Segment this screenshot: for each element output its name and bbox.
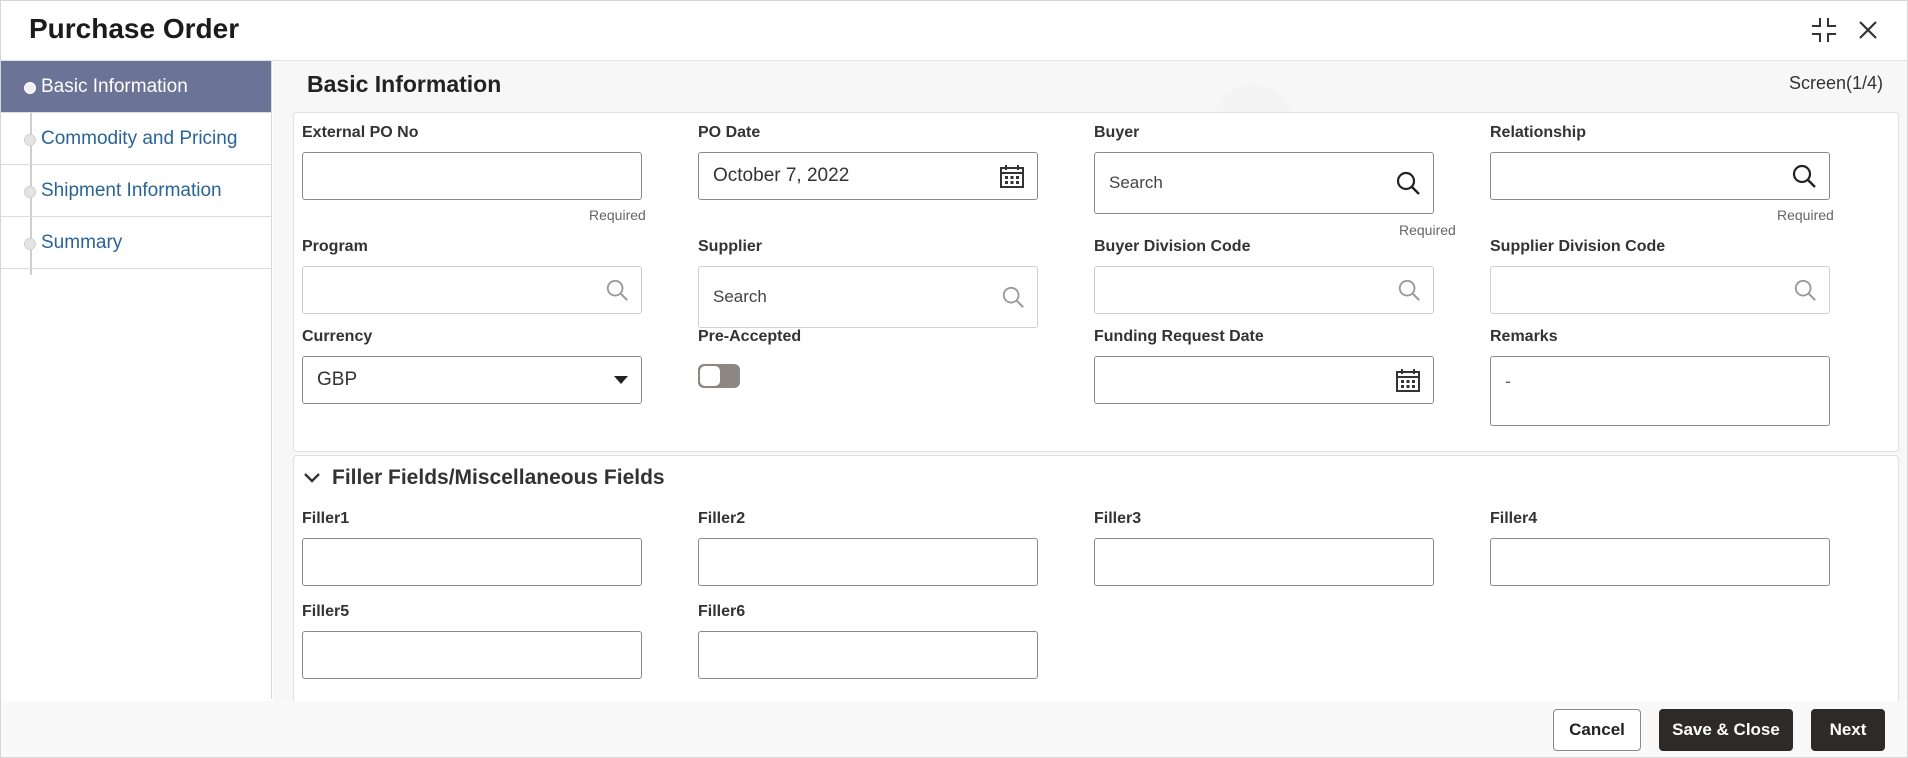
- sidebar-item-label: Summary: [41, 231, 123, 253]
- search-icon: [1398, 279, 1420, 301]
- relationship-search-button[interactable]: [1791, 163, 1817, 189]
- dialog-footer: Cancel Save & Close Next: [1, 701, 1907, 757]
- search-icon: [606, 279, 628, 301]
- funding-request-calendar-button[interactable]: [1395, 367, 1421, 393]
- buyer-required: Required: [1399, 222, 1456, 238]
- pre-accepted-toggle[interactable]: [698, 364, 740, 388]
- filler3-input[interactable]: [1094, 538, 1434, 586]
- supplier-search-button[interactable]: [1001, 285, 1025, 309]
- sidebar-item-shipment-information[interactable]: Shipment Information: [1, 165, 271, 217]
- program-search-button[interactable]: [605, 278, 629, 302]
- calendar-icon: [1000, 165, 1024, 188]
- filler-section-toggle[interactable]: Filler Fields/Miscellaneous Fields: [304, 466, 665, 490]
- calendar-button[interactable]: [999, 163, 1025, 189]
- sidebar-item-label: Basic Information: [41, 75, 188, 97]
- compress-icon: [1812, 18, 1836, 42]
- calendar-icon: [1396, 369, 1420, 392]
- step-dot: [24, 134, 36, 146]
- buyer-label: Buyer: [1094, 124, 1140, 141]
- po-date-input[interactable]: October 7, 2022: [698, 152, 1038, 200]
- sidebar-item-summary[interactable]: Summary: [1, 217, 271, 269]
- filler2-input[interactable]: [698, 538, 1038, 586]
- filler5-input[interactable]: [302, 631, 642, 679]
- filler1-input[interactable]: [302, 538, 642, 586]
- filler-section-title: Filler Fields/Miscellaneous Fields: [332, 466, 665, 489]
- relationship-label: Relationship: [1490, 124, 1587, 141]
- dialog-title: Purchase Order: [29, 13, 240, 44]
- external-po-no-label: External PO No: [302, 124, 419, 141]
- sidebar-item-label: Shipment Information: [41, 179, 222, 201]
- sidebar-item-commodity-and-pricing[interactable]: Commodity and Pricing: [1, 113, 271, 165]
- caret-down-icon: [614, 376, 628, 384]
- relationship-required: Required: [1777, 207, 1834, 223]
- cancel-button[interactable]: Cancel: [1553, 709, 1641, 751]
- supplier-search-input[interactable]: Search: [698, 266, 1038, 328]
- search-icon: [1792, 164, 1816, 188]
- step-dot: [24, 82, 36, 94]
- wizard-sidebar: Basic Information Commodity and Pricing …: [1, 61, 272, 699]
- search-icon: [1002, 286, 1024, 308]
- filler2-label: Filler2: [698, 510, 746, 527]
- supplier-placeholder: Search: [713, 287, 767, 306]
- supplier-division-code-input[interactable]: [1490, 266, 1830, 314]
- currency-dropdown-toggle[interactable]: [613, 375, 629, 385]
- sidebar-item-basic-information[interactable]: Basic Information: [1, 61, 271, 113]
- supplier-division-code-search-button[interactable]: [1793, 278, 1817, 302]
- filler3-label: Filler3: [1094, 510, 1142, 527]
- external-po-no-input[interactable]: [302, 152, 642, 200]
- purchase-order-dialog: Purchase Order Basic Information Commodi…: [0, 0, 1908, 758]
- search-icon: [1396, 171, 1420, 195]
- external-po-no-required: Required: [589, 207, 646, 223]
- po-date-value: October 7, 2022: [713, 165, 850, 186]
- section-heading: Basic Information: [307, 71, 502, 97]
- toggle-knob: [700, 366, 720, 386]
- title-bar: Purchase Order: [1, 1, 1908, 61]
- funding-request-date-label: Funding Request Date: [1094, 328, 1264, 345]
- remarks-value: -: [1505, 371, 1511, 391]
- buyer-placeholder: Search: [1109, 173, 1163, 192]
- currency-label: Currency: [302, 328, 373, 345]
- main-content: Basic Information Screen(1/4) External P…: [273, 61, 1907, 701]
- screen-indicator: Screen(1/4): [1788, 73, 1883, 93]
- filler4-label: Filler4: [1490, 510, 1538, 527]
- buyer-division-code-input[interactable]: [1094, 266, 1434, 314]
- next-button[interactable]: Next: [1811, 709, 1885, 751]
- filler5-label: Filler5: [302, 603, 350, 620]
- sidebar-item-label: Commodity and Pricing: [41, 127, 238, 149]
- filler6-input[interactable]: [698, 631, 1038, 679]
- filler6-label: Filler6: [698, 603, 746, 620]
- pre-accepted-label: Pre-Accepted: [698, 328, 802, 345]
- remarks-label: Remarks: [1490, 328, 1558, 345]
- buyer-search-button[interactable]: [1395, 170, 1421, 196]
- minimize-button[interactable]: [1809, 15, 1839, 45]
- relationship-input[interactable]: [1490, 152, 1830, 200]
- program-input[interactable]: [302, 266, 642, 314]
- save-and-close-button[interactable]: Save & Close: [1659, 709, 1793, 751]
- step-dot: [24, 186, 36, 198]
- buyer-division-code-label: Buyer Division Code: [1094, 238, 1251, 255]
- buyer-division-code-search-button[interactable]: [1397, 278, 1421, 302]
- currency-value: GBP: [317, 369, 358, 390]
- currency-select[interactable]: GBP: [302, 356, 642, 404]
- step-dot: [24, 238, 36, 250]
- filler-fields-card: Filler Fields/Miscellaneous Fields Fille…: [293, 455, 1899, 701]
- supplier-label: Supplier: [698, 238, 763, 255]
- search-icon: [1794, 279, 1816, 301]
- program-label: Program: [302, 238, 368, 255]
- buyer-search-input[interactable]: Search: [1094, 152, 1434, 214]
- close-icon: [1859, 21, 1877, 39]
- po-date-label: PO Date: [698, 124, 761, 141]
- remarks-textarea[interactable]: -: [1490, 356, 1830, 426]
- filler1-label: Filler1: [302, 510, 350, 527]
- supplier-division-code-label: Supplier Division Code: [1490, 238, 1666, 255]
- close-button[interactable]: [1853, 15, 1883, 45]
- basic-information-card: External PO No Required PO Date October …: [293, 112, 1899, 452]
- filler4-input[interactable]: [1490, 538, 1830, 586]
- funding-request-date-input[interactable]: [1094, 356, 1434, 404]
- chevron-down-icon: [304, 473, 320, 483]
